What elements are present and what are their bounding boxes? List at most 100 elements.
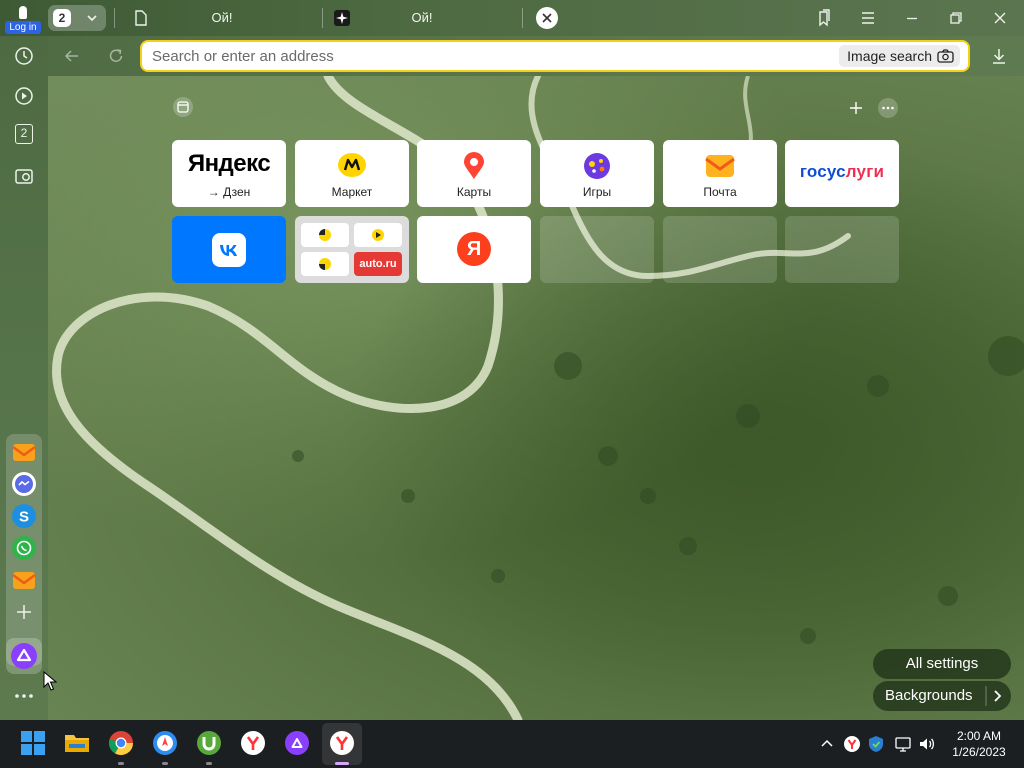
tile-empty[interactable]: [785, 216, 899, 283]
chrome-icon[interactable]: [108, 730, 134, 756]
gosuslugi-logo: госуслуги: [799, 162, 885, 181]
backgrounds-button[interactable]: Backgrounds: [873, 681, 1011, 711]
whatsapp-icon[interactable]: [12, 536, 36, 560]
tab-group-button[interactable]: 2: [48, 5, 106, 31]
image-search-label: Image search: [847, 48, 932, 64]
messenger-icon[interactable]: [12, 472, 36, 496]
running-indicator: [162, 762, 168, 765]
clock[interactable]: 2:00 AM 1/26/2023: [940, 728, 1018, 760]
tile-maps[interactable]: Карты: [417, 140, 531, 207]
tile-label: Почта: [703, 185, 737, 199]
tabs-count-button[interactable]: 2: [15, 124, 33, 144]
svg-text:S: S: [19, 509, 29, 526]
file-explorer-icon[interactable]: [64, 730, 90, 756]
yandex-browser-icon[interactable]: [240, 730, 266, 756]
minimize-icon[interactable]: [902, 8, 922, 28]
tab-1[interactable]: Ой!: [132, 4, 318, 32]
mail-icon: [705, 155, 735, 177]
login-button[interactable]: Log in: [4, 2, 42, 34]
tile-gosuslugi[interactable]: госуслуги: [785, 140, 899, 207]
divider: [522, 8, 523, 28]
camera-icon: [937, 49, 954, 63]
running-indicator: [335, 762, 349, 765]
tab-title: Ой!: [411, 10, 433, 25]
document-icon: [135, 10, 147, 26]
yandex-browser-icon[interactable]: [329, 730, 355, 756]
sidebar: 2 S: [0, 36, 48, 720]
divider: [114, 8, 115, 28]
divider: [322, 8, 323, 28]
mail-icon[interactable]: [12, 568, 36, 592]
tab-2[interactable]: Ой!: [332, 4, 518, 32]
map-pin-icon: [464, 152, 484, 179]
tile-label: Игры: [582, 185, 612, 199]
market-icon: [338, 153, 366, 177]
yandex-logo: Яндекс: [187, 150, 271, 177]
restore-icon[interactable]: [946, 8, 966, 28]
alice-icon[interactable]: [284, 730, 310, 756]
tile-yandex[interactable]: Яндекс → Дзен: [172, 140, 286, 207]
folder-item: [301, 223, 349, 247]
clock-date: 1/26/2023: [952, 745, 1006, 759]
address-bar: Image search: [140, 40, 970, 72]
download-icon[interactable]: [989, 46, 1009, 66]
network-icon[interactable]: [894, 735, 912, 753]
tab-count-badge: 2: [53, 9, 71, 27]
clock-time: 2:00 AM: [956, 729, 1002, 743]
chevron-right-icon: [985, 686, 1002, 706]
add-tile-icon[interactable]: [845, 97, 867, 119]
chevron-up-icon[interactable]: [818, 735, 836, 753]
new-tab-page: Яндекс → Дзен Маркет Карты Игры Почта го…: [48, 76, 1024, 720]
mail-icon[interactable]: [12, 440, 36, 464]
skype-icon[interactable]: S: [12, 504, 36, 528]
reload-icon[interactable]: [106, 46, 126, 66]
vk-icon: [220, 245, 237, 256]
user-icon: [19, 6, 27, 19]
title-bar: Log in 2 Ой! Ой!: [0, 0, 1024, 36]
tile-folder[interactable]: auto.ru: [295, 216, 409, 283]
tile-label: → Дзен: [207, 185, 251, 199]
volume-icon[interactable]: [918, 735, 936, 753]
yandex-tray-icon[interactable]: [843, 735, 861, 753]
close-window-icon[interactable]: [990, 8, 1010, 28]
gallery-toggle-icon[interactable]: [172, 96, 194, 118]
sparkle-icon: [334, 10, 350, 26]
address-input[interactable]: [152, 46, 812, 66]
taskbar: 2:00 AM 1/26/2023: [0, 720, 1024, 768]
add-icon[interactable]: [12, 600, 36, 624]
alice-button[interactable]: [6, 638, 42, 674]
back-icon[interactable]: [62, 46, 82, 66]
bookmarks-icon[interactable]: [814, 8, 834, 28]
history-icon[interactable]: [12, 44, 36, 68]
security-icon[interactable]: [867, 735, 885, 753]
compass-browser-icon[interactable]: [152, 730, 178, 756]
tile-empty[interactable]: [663, 216, 777, 283]
menu-icon[interactable]: [858, 8, 878, 28]
running-indicator: [206, 762, 212, 765]
more-icon[interactable]: [877, 97, 899, 119]
play-icon[interactable]: [12, 84, 36, 108]
close-icon: [542, 13, 552, 23]
close-tab-button[interactable]: [536, 7, 558, 29]
running-indicator: [118, 762, 124, 765]
vk-logo: [212, 233, 246, 267]
navigation-bar: Image search: [48, 36, 1024, 76]
tile-mail[interactable]: Почта: [663, 140, 777, 207]
tile-market[interactable]: Маркет: [295, 140, 409, 207]
tile-yandex-search[interactable]: Я: [417, 216, 531, 283]
tile-games[interactable]: Игры: [540, 140, 654, 207]
more-icon[interactable]: [12, 684, 36, 708]
alice-icon: [11, 643, 37, 669]
utorrent-icon[interactable]: [196, 730, 222, 756]
tile-empty[interactable]: [540, 216, 654, 283]
tab-title: Ой!: [211, 10, 233, 25]
image-search-button[interactable]: Image search: [839, 45, 960, 67]
backgrounds-label: Backgrounds: [885, 687, 973, 704]
tile-label: Маркет: [331, 185, 373, 199]
screenshot-icon[interactable]: [12, 164, 36, 188]
yandex-icon: Я: [457, 232, 491, 266]
all-settings-button[interactable]: All settings: [873, 649, 1011, 679]
tile-vk[interactable]: VK: [172, 216, 286, 283]
windows-start-icon[interactable]: [20, 730, 46, 756]
tile-label: Карты: [456, 185, 492, 199]
